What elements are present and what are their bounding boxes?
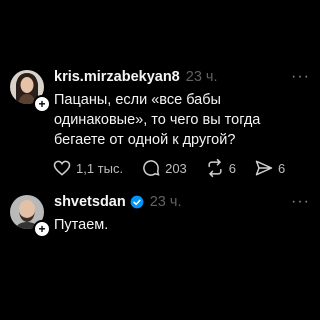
post-text: Пацаны, если «все бабы одинаковые», то ч… <box>54 92 261 148</box>
share-button[interactable]: 6 <box>254 158 285 178</box>
share-count: 6 <box>278 160 286 176</box>
repost-count: 6 <box>228 160 237 176</box>
post-text: Путаем. <box>54 217 109 233</box>
comment-button[interactable]: 203 <box>141 158 187 178</box>
username[interactable]: kris.mirzabekyan8 <box>54 69 180 85</box>
more-options-icon[interactable]: ··· <box>291 193 310 211</box>
comment-count: 203 <box>165 160 187 176</box>
more-options-icon[interactable]: ··· <box>291 68 310 86</box>
action-bar: 1,1 тыс. 203 6 6 <box>52 158 303 178</box>
heart-icon <box>53 160 71 176</box>
follow-plus-icon[interactable]: + <box>33 95 51 113</box>
like-button[interactable]: 1,1 тыс. <box>52 158 123 178</box>
timestamp: 23 ч. <box>185 69 218 85</box>
repost-button[interactable]: 6 <box>205 158 236 178</box>
follow-plus-icon[interactable]: + <box>33 220 51 238</box>
timestamp: 23 ч. <box>149 194 182 210</box>
comment-icon <box>143 160 160 176</box>
verified-badge-icon <box>130 195 144 209</box>
like-count: 1,1 тыс. <box>76 160 124 176</box>
repost-icon <box>208 158 222 178</box>
username[interactable]: shvetsdan <box>54 194 126 210</box>
send-icon <box>255 160 273 176</box>
